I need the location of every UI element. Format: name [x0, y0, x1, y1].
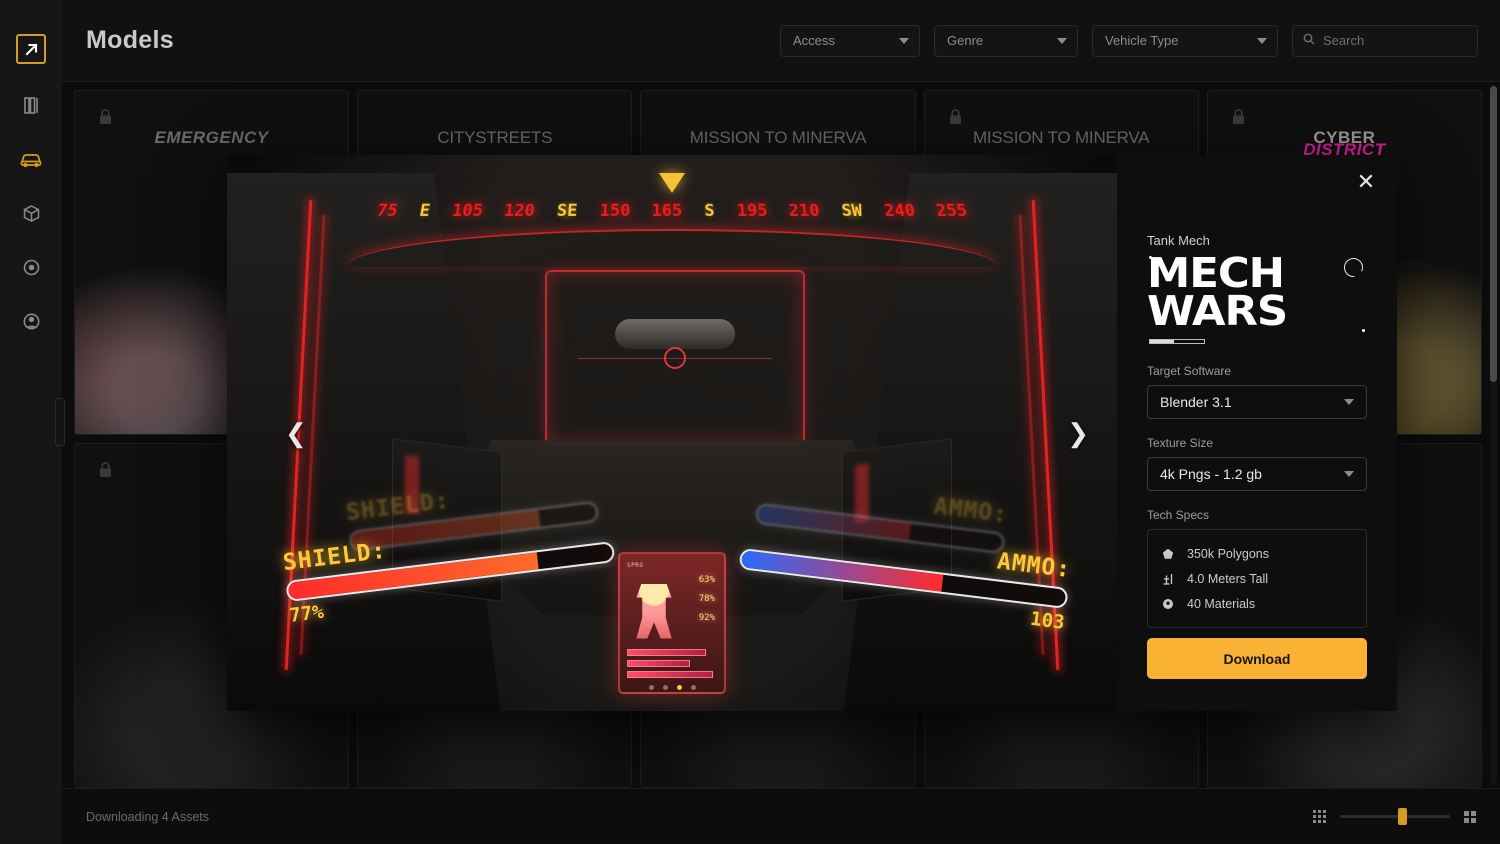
grid-size-slider-handle[interactable]	[1398, 808, 1407, 825]
app-logo-icon[interactable]	[16, 34, 46, 64]
chevron-down-icon	[1344, 471, 1354, 477]
download-status-text: Downloading 4 Assets	[86, 809, 209, 824]
target-software-value: Blender 3.1	[1160, 394, 1232, 410]
holo-target-reticle-icon	[664, 346, 686, 369]
polygon-icon	[1160, 548, 1175, 560]
vertical-scrollbar[interactable]	[1490, 86, 1497, 784]
filter-genre[interactable]: Genre	[934, 24, 1078, 57]
tech-spec-text: 40 Materials	[1187, 596, 1256, 611]
chevron-down-icon	[1057, 37, 1067, 44]
material-sphere-icon	[1160, 598, 1175, 610]
asset-logo-line2: WARS	[1147, 287, 1288, 336]
lock-icon	[949, 109, 962, 130]
tech-spec-text: 350k Polygons	[1187, 546, 1270, 561]
compass-tick: E	[416, 200, 433, 222]
lock-icon	[1232, 109, 1245, 130]
lock-icon	[99, 109, 112, 130]
asset-card-title: EMERGENCY	[154, 128, 269, 147]
asset-logo: MECH WARS	[1147, 252, 1367, 344]
compass-tick: 150	[599, 201, 631, 221]
sidebar-item-vehicles[interactable]	[18, 146, 44, 172]
diagnostic-bars	[627, 649, 717, 678]
asset-info-panel: ✕ Tank Mech MECH WARS Target Software Bl…	[1117, 155, 1397, 711]
chevron-down-icon	[899, 37, 909, 44]
top-bar: Models Access Genre Vehicle Type Search	[62, 0, 1500, 82]
filter-access-label: Access	[793, 33, 835, 48]
filter-bar: Access Genre Vehicle Type Search	[780, 24, 1478, 57]
logo-bar-decoration	[1149, 339, 1205, 344]
mech-silhouette-icon	[636, 583, 672, 639]
sidebar-item-props[interactable]	[18, 200, 44, 226]
tech-specs-label: Tech Specs	[1147, 508, 1210, 522]
app-window: Models Access Genre Vehicle Type Search …	[0, 0, 1500, 844]
texture-size-dropdown[interactable]: 4k Pngs - 1.2 gb	[1147, 457, 1367, 491]
scrollbar-thumb[interactable]	[1490, 86, 1497, 382]
grid-size-controls	[1313, 808, 1476, 825]
asset-card-title: CITYSTREETS	[437, 128, 553, 147]
filter-vehicle-type[interactable]: Vehicle Type	[1092, 24, 1278, 57]
asset-card-title: MISSION TO MINERVA	[689, 128, 867, 147]
chevron-down-icon	[1257, 37, 1267, 44]
compass-tick: 195	[736, 201, 769, 221]
compass-tick: SE	[555, 200, 580, 222]
filter-genre-label: Genre	[947, 33, 984, 48]
page-title: Models	[86, 26, 174, 54]
chevron-right-icon[interactable]: ❯	[1067, 420, 1089, 446]
filter-vehicle-type-label: Vehicle Type	[1105, 33, 1179, 48]
asset-card-title: MISSION TO MINERVA	[972, 128, 1150, 147]
close-icon[interactable]: ✕	[1353, 169, 1379, 195]
diagnostic-header: SPRG	[627, 562, 644, 569]
search-field[interactable]: Search	[1292, 24, 1478, 57]
small-grid-icon[interactable]	[1313, 810, 1326, 823]
compass-tick: S	[703, 200, 716, 222]
target-software-label: Target Software	[1147, 364, 1232, 378]
filter-access[interactable]: Access	[780, 24, 920, 57]
diagnostic-readout: 78%	[698, 594, 715, 604]
asset-preview[interactable]: 75 E 105 120 SE 150 165 S 195 210 SW 240…	[227, 155, 1117, 711]
search-placeholder: Search	[1323, 33, 1365, 48]
target-software-dropdown[interactable]: Blender 3.1	[1147, 385, 1367, 419]
diagnostic-page-dots	[627, 685, 717, 690]
asset-kicker: Tank Mech	[1147, 233, 1210, 248]
compass-tick: 240	[882, 201, 917, 221]
main-content: Models Access Genre Vehicle Type Search …	[62, 0, 1500, 844]
texture-size-value: 4k Pngs - 1.2 gb	[1160, 466, 1262, 482]
holo-targeting-frame	[545, 270, 805, 445]
height-icon	[1160, 573, 1175, 585]
mech-diagnostic-panel: SPRG 63% 78% 92%	[618, 552, 726, 694]
compass-heading-marker-icon	[659, 173, 685, 193]
search-icon	[1303, 33, 1315, 48]
lock-icon	[99, 462, 112, 483]
diagnostic-readout: 92%	[698, 613, 715, 623]
tech-spec-row: 350k Polygons	[1160, 541, 1354, 566]
compass-tick: 210	[787, 201, 821, 221]
chevron-down-icon	[1344, 399, 1354, 405]
compass-tick: 75	[374, 201, 400, 221]
tech-specs-box: 350k Polygons 4.0 Meters Tall 40 Materia…	[1147, 529, 1367, 628]
sidebar-item-account[interactable]	[18, 308, 44, 334]
compass-tick: 120	[502, 201, 536, 221]
sidebar-item-materials[interactable]	[18, 254, 44, 280]
compass-tick: 165	[651, 201, 683, 221]
cockpit-image: 75 E 105 120 SE 150 165 S 195 210 SW 240…	[227, 155, 1117, 711]
tech-spec-row: 40 Materials	[1160, 591, 1354, 616]
large-grid-icon[interactable]	[1464, 810, 1476, 823]
asset-detail-modal: 75 E 105 120 SE 150 165 S 195 210 SW 240…	[227, 155, 1397, 711]
tech-spec-text: 4.0 Meters Tall	[1187, 571, 1269, 586]
chevron-left-icon[interactable]: ❮	[285, 420, 307, 446]
grid-size-slider[interactable]	[1340, 808, 1450, 825]
diagnostic-readout: 63%	[698, 575, 715, 585]
holo-vehicle	[615, 318, 735, 349]
sidebar-item-library[interactable]	[18, 92, 44, 118]
texture-size-label: Texture Size	[1147, 436, 1214, 450]
compass-tick: 105	[450, 201, 485, 221]
diagnostic-readouts: 63% 78% 92%	[699, 575, 715, 632]
sidebar	[0, 0, 62, 844]
compass-tick: 255	[934, 201, 970, 221]
status-bar: Downloading 4 Assets	[62, 788, 1500, 844]
sidebar-collapse-handle[interactable]	[55, 398, 65, 446]
download-button[interactable]: Download	[1147, 638, 1367, 679]
compass-tick: SW	[839, 200, 865, 222]
tech-spec-row: 4.0 Meters Tall	[1160, 566, 1354, 591]
